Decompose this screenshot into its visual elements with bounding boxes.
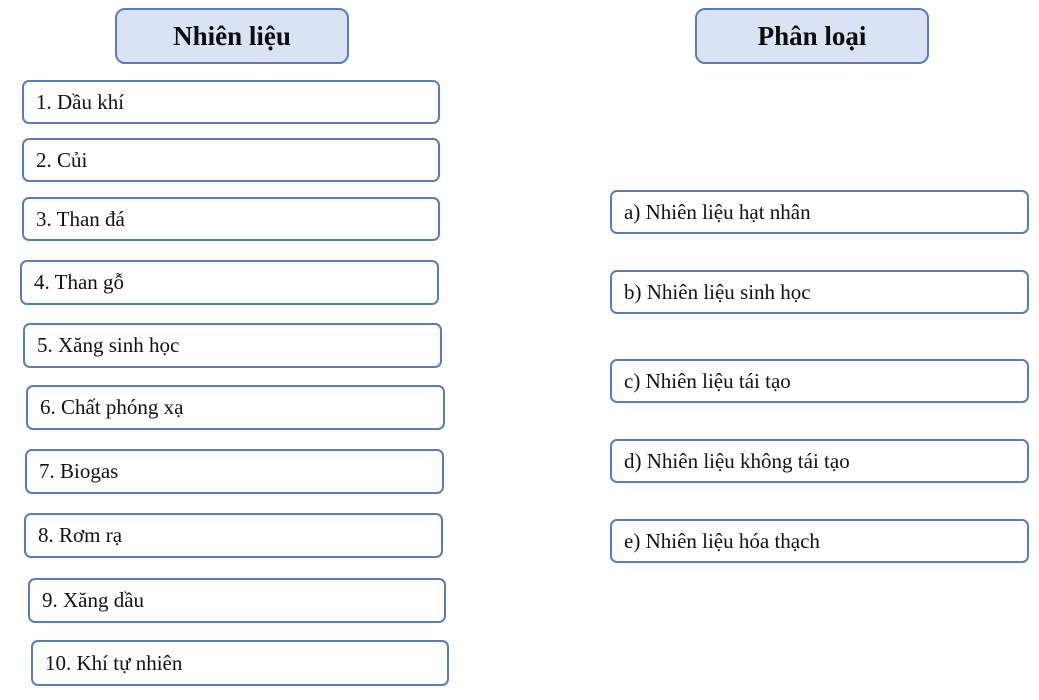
fuel-item-10[interactable]: 10. Khí tự nhiên — [31, 640, 449, 686]
category-item-e[interactable]: e) Nhiên liệu hóa thạch — [610, 519, 1029, 563]
fuel-item-1[interactable]: 1. Dầu khí — [22, 80, 440, 124]
fuel-column-header: Nhiên liệu — [115, 8, 349, 64]
fuel-item-8[interactable]: 8. Rơm rạ — [24, 513, 443, 558]
category-item-a[interactable]: a) Nhiên liệu hạt nhân — [610, 190, 1029, 234]
category-item-b[interactable]: b) Nhiên liệu sinh học — [610, 270, 1029, 314]
fuel-item-4[interactable]: 4. Than gỗ — [20, 260, 439, 305]
fuel-item-2[interactable]: 2. Củi — [22, 138, 440, 182]
fuel-item-6[interactable]: 6. Chất phóng xạ — [26, 385, 445, 430]
fuel-item-3[interactable]: 3. Than đá — [22, 197, 440, 241]
category-column-header: Phân loại — [695, 8, 929, 64]
fuel-item-9[interactable]: 9. Xăng dầu — [28, 578, 446, 623]
category-item-c[interactable]: c) Nhiên liệu tái tạo — [610, 359, 1029, 403]
fuel-item-5[interactable]: 5. Xăng sinh học — [23, 323, 442, 368]
fuel-item-7[interactable]: 7. Biogas — [25, 449, 444, 494]
category-item-d[interactable]: d) Nhiên liệu không tái tạo — [610, 439, 1029, 483]
